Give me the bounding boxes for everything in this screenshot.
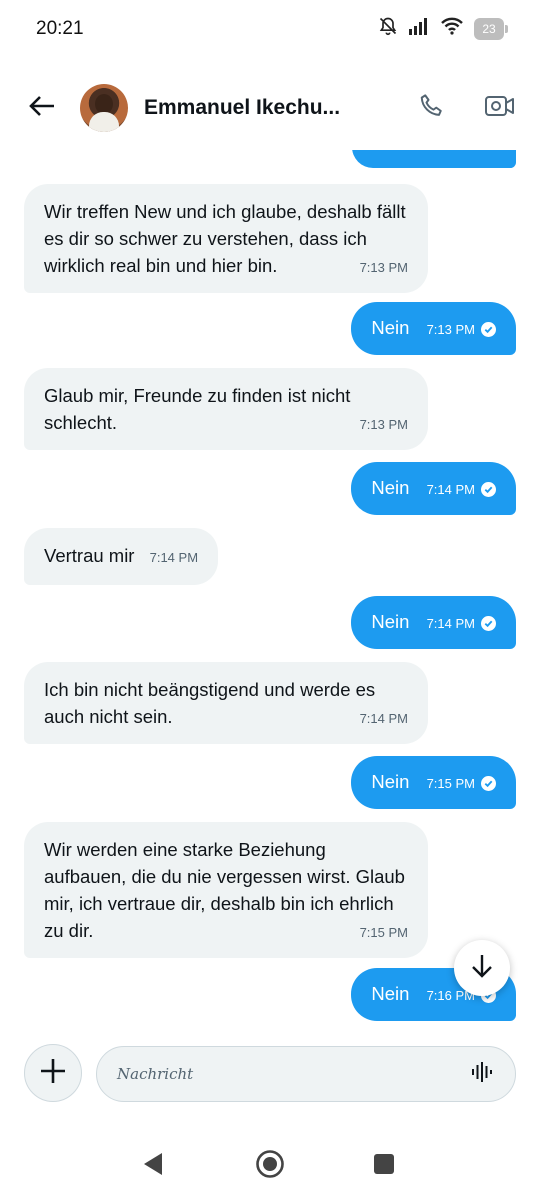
bell-muted-icon [378,16,398,41]
status-time: 20:21 [36,18,84,39]
message-bubble-incoming[interactable]: Wir treffen New und ich glaube, deshalb … [24,184,428,293]
chat-screen: 20:21 23 Emmanuel Ikechu... Wir treffen … [0,0,540,1200]
contact-avatar[interactable] [80,84,128,132]
message-bubble-incoming[interactable]: Ich bin nicht beängstigend und werde es … [24,662,428,744]
message-composer: Nachricht [0,1040,540,1110]
voice-message-button[interactable] [469,1061,495,1087]
message-bubble-outgoing[interactable]: Nein 7:13 PM [351,302,516,355]
scroll-to-bottom-button[interactable] [454,940,510,996]
message-input-placeholder: Nachricht [117,1065,194,1083]
message-time: 7:13 PM [426,322,475,337]
nav-home-icon[interactable] [254,1148,286,1185]
message-text: Nein [371,611,410,632]
message-bubble-incoming[interactable]: Wir werden eine starke Beziehung aufbaue… [24,822,428,958]
message-text: Nein [371,477,410,498]
contact-name[interactable]: Emmanuel Ikechu... [144,96,340,120]
voice-call-button[interactable] [412,88,452,128]
status-bar: 20:21 23 [0,0,540,60]
signal-icon [408,17,430,40]
back-button[interactable] [22,88,62,128]
message-bubble-outgoing[interactable]: Nein 7:14 PM [351,462,516,515]
system-nav-bar [0,1130,540,1200]
arrow-down-icon [469,952,495,985]
message-text: Nein [371,771,410,792]
message-text: Glaub mir, Freunde zu finden ist nicht s… [44,385,351,433]
waveform-icon [470,1060,494,1089]
message-bubble-outgoing[interactable]: Nein 7:14 PM [351,596,516,649]
status-icons: 23 [378,16,508,41]
message-time: 7:15 PM [426,776,475,791]
message-time: 7:14 PM [149,550,199,565]
message-time: 7:13 PM [359,417,408,432]
message-bubble-incoming[interactable]: Vertrau mir 7:14 PM [24,528,219,585]
arrow-left-icon [28,94,56,123]
wifi-icon [440,17,464,40]
message-text: Nein [371,317,410,338]
message-text: Nein [371,983,410,1004]
message-bubble-outgoing[interactable]: Nein 7:15 PM [351,756,516,809]
video-camera-icon [484,93,516,124]
check-circle-icon [481,482,496,497]
message-text: Ich bin nicht beängstigend und werde es … [44,679,376,727]
message-input[interactable]: Nachricht [96,1046,516,1102]
check-circle-icon [481,776,496,791]
chat-header: Emmanuel Ikechu... [0,66,540,150]
message-time: 7:13 PM [359,260,408,275]
battery-indicator: 23 [474,17,508,40]
message-bubble-incoming[interactable]: Glaub mir, Freunde zu finden ist nicht s… [24,368,428,450]
message-bubble-partial[interactable] [352,150,516,168]
message-list[interactable]: Wir treffen New und ich glaube, deshalb … [0,150,540,1030]
add-attachment-button[interactable] [24,1044,82,1102]
phone-icon [417,91,447,126]
message-time: 7:14 PM [426,616,475,631]
check-circle-icon [481,322,496,337]
message-time: 7:14 PM [426,482,475,497]
nav-back-icon[interactable] [140,1150,166,1183]
message-text: Vertrau mir [44,545,135,566]
nav-recents-icon[interactable] [372,1152,396,1181]
message-text: Wir werden eine starke Beziehung aufbaue… [44,839,405,941]
message-time: 7:14 PM [359,711,408,726]
video-call-button[interactable] [480,88,520,128]
message-text: Wir treffen New und ich glaube, deshalb … [44,201,406,276]
check-circle-icon [481,616,496,631]
plus-icon [39,1057,67,1090]
message-time: 7:15 PM [359,925,408,940]
